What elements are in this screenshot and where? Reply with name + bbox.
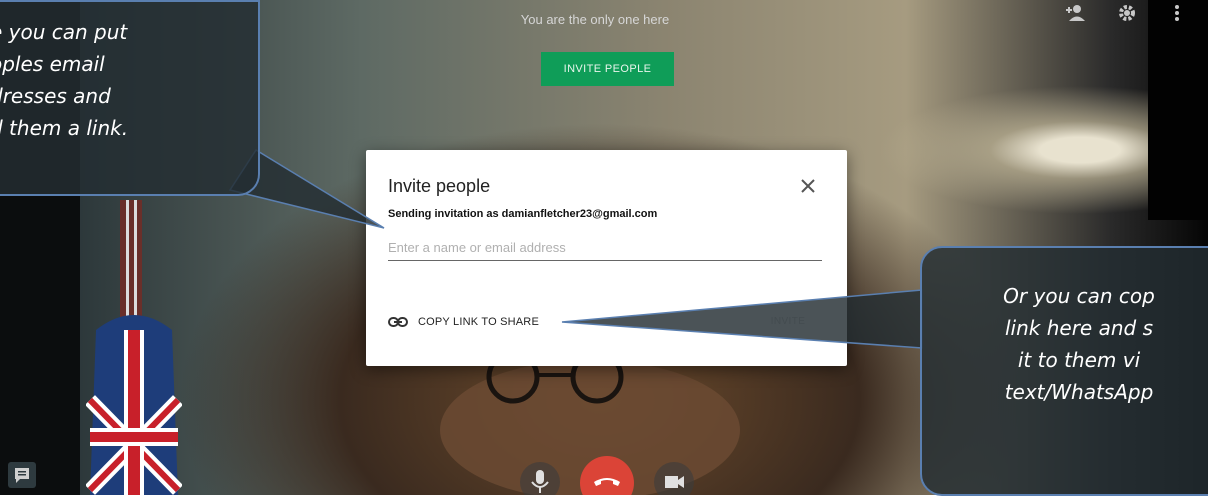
phone-hangup-icon bbox=[594, 478, 620, 486]
invite-people-dialog: Invite people Sending invitation as dami… bbox=[366, 150, 847, 366]
gear-icon[interactable] bbox=[1118, 4, 1136, 22]
top-right-toolbar bbox=[1048, 0, 1208, 30]
end-call-button[interactable] bbox=[580, 456, 634, 495]
close-icon bbox=[801, 179, 815, 193]
right-dark-area bbox=[1148, 0, 1208, 220]
callout-email-tip: e you can put oples email dresses and d … bbox=[0, 0, 260, 196]
guitar-image bbox=[86, 200, 182, 495]
callout-link-tip: Or you can cop link here and s it to the… bbox=[920, 246, 1208, 496]
camera-icon bbox=[665, 476, 684, 488]
copy-link-label: COPY LINK TO SHARE bbox=[418, 316, 539, 328]
callout-email-text: e you can put oples email dresses and d … bbox=[0, 20, 129, 140]
status-text: You are the only one here bbox=[520, 12, 670, 27]
mic-icon bbox=[531, 470, 549, 493]
mic-button[interactable] bbox=[520, 462, 560, 495]
chat-button[interactable] bbox=[8, 462, 36, 488]
camera-button[interactable] bbox=[654, 462, 694, 495]
copy-link-button[interactable]: COPY LINK TO SHARE bbox=[388, 310, 539, 334]
dialog-title: Invite people bbox=[388, 176, 491, 196]
invite-button[interactable]: INVITE bbox=[760, 310, 816, 334]
close-button[interactable] bbox=[796, 174, 820, 198]
sender-info: Sending invitation as damianfletcher23@g… bbox=[388, 208, 658, 220]
invite-people-button[interactable]: INVITE PEOPLE bbox=[541, 52, 674, 86]
callout-link-text: Or you can cop link here and s it to the… bbox=[1003, 284, 1155, 404]
person-add-icon[interactable] bbox=[1064, 4, 1086, 22]
name-or-email-input[interactable] bbox=[388, 234, 822, 261]
chat-icon bbox=[15, 468, 29, 483]
more-vert-icon[interactable] bbox=[1174, 4, 1180, 22]
link-icon bbox=[388, 317, 408, 327]
